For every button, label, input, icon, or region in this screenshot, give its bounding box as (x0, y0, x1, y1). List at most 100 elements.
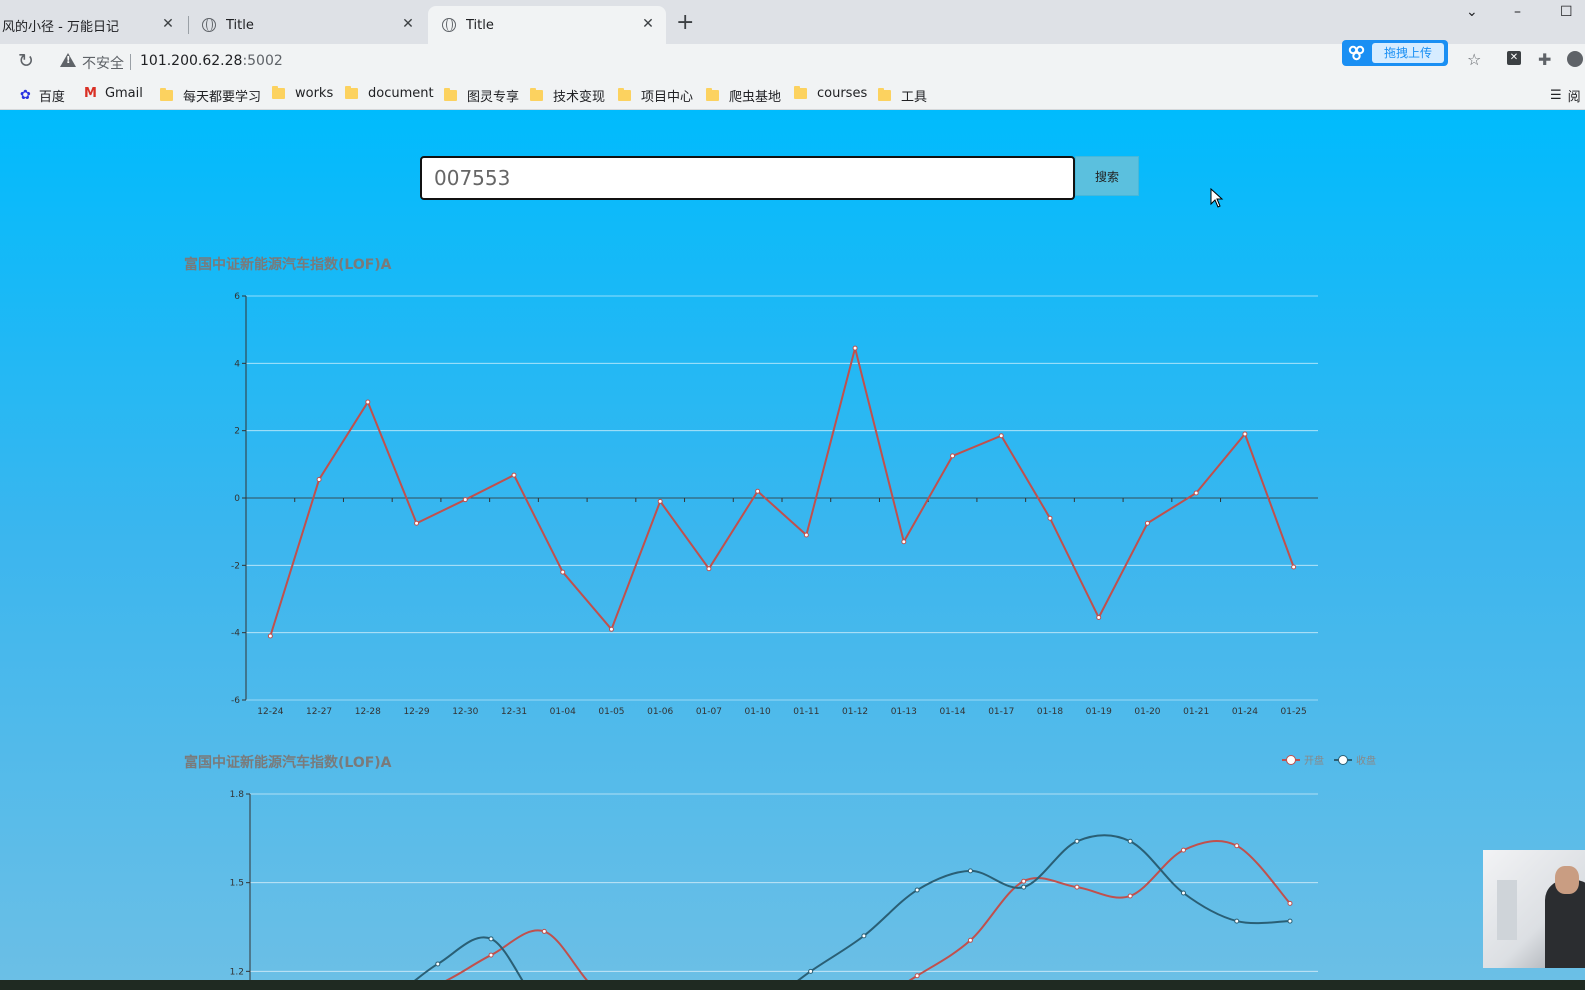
data-point (914, 887, 920, 893)
data-point (541, 928, 547, 934)
bookmark-folder[interactable]: courses (794, 86, 867, 101)
folder-icon (345, 86, 358, 99)
address-divider (130, 54, 131, 70)
data-point (1234, 918, 1240, 924)
reload-icon[interactable]: ↻ (18, 50, 34, 72)
bookmark-folder[interactable]: 每天都要学习 (160, 86, 261, 105)
data-point (1021, 878, 1027, 884)
folder-icon (794, 86, 807, 99)
data-point (967, 868, 973, 874)
y-tick-label: 1.8 (230, 790, 245, 800)
tab-close-icon[interactable]: ✕ (400, 16, 416, 32)
folder-icon (444, 88, 457, 101)
cloud-icon (1348, 45, 1365, 61)
bookmark-label: 百度 (38, 90, 65, 105)
series-line-close (414, 834, 1291, 980)
globe-icon (442, 18, 456, 32)
data-point (1287, 900, 1293, 906)
bookmark-folder[interactable]: 工具 (878, 86, 927, 105)
data-point (1127, 893, 1133, 899)
bookmark-label: 爬虫基地 (729, 90, 782, 105)
upload-extension-label: 拖拽上传 (1372, 43, 1444, 63)
y-tick-label: 1.5 (230, 879, 244, 889)
bookmark-label: document (368, 86, 434, 101)
bookmark-label: 技术变现 (553, 90, 606, 105)
folder-icon (878, 88, 891, 101)
tab-title-1[interactable]: Title ✕ (190, 6, 426, 44)
tab-search-chevron-icon[interactable]: ⌄ (1466, 4, 1478, 20)
y-tick-label: 1.2 (230, 967, 244, 977)
taskbar (0, 980, 1585, 990)
reading-list-icon: ☰ (1550, 88, 1562, 103)
monthly-open-close-chart: 1.8 1.5 1.2 (230, 790, 1318, 980)
page-content: 搜索 富国中证新能源汽车指数(LOF)A 6420-2-4-612-2412-2… (0, 110, 1585, 980)
address-bar[interactable]: 不安全 101.200.62.28:5002 (50, 48, 1495, 76)
tab-close-icon[interactable]: ✕ (160, 16, 176, 32)
folder-icon (272, 86, 285, 99)
globe-icon (202, 18, 216, 32)
tab-title: Title (226, 17, 254, 33)
new-tab-button[interactable]: + (676, 12, 694, 34)
bookmark-label: 工具 (901, 90, 928, 105)
webcam-overlay (1483, 850, 1585, 968)
data-point (914, 973, 920, 979)
data-point (861, 933, 867, 939)
webcam-background (1497, 880, 1517, 940)
folder-icon (618, 88, 631, 101)
data-point (1180, 847, 1186, 853)
data-point (435, 961, 441, 967)
profile-avatar-icon[interactable] (1567, 51, 1583, 67)
tab-separator (188, 16, 189, 34)
data-point (1234, 843, 1240, 849)
maximize-button[interactable]: ☐ (1560, 4, 1573, 20)
data-point (488, 936, 494, 942)
reading-list-label: 阅 (1567, 90, 1581, 105)
address-url[interactable]: 101.200.62.28:5002 (140, 53, 283, 69)
warning-icon[interactable] (60, 53, 76, 67)
bookmark-gmail[interactable]: M Gmail (84, 86, 143, 101)
star-icon[interactable]: ☆ (1467, 50, 1481, 69)
gmail-icon: M (84, 86, 97, 101)
data-point (488, 952, 494, 958)
minimize-button[interactable]: – (1514, 4, 1521, 20)
extension-x-icon[interactable]: ✕ (1507, 51, 1521, 65)
data-point (1074, 838, 1080, 844)
series-line-open (445, 840, 1291, 980)
url-host: 101.200.62.28 (140, 53, 243, 69)
webcam-face (1555, 866, 1579, 894)
bookmark-label: 项目中心 (641, 90, 694, 105)
bookmark-label: 图灵专享 (467, 90, 520, 105)
tab-strip: 风的小径 - 万能日记 ✕ Title ✕ Title ✕ + ⌄ – ☐ (0, 0, 1585, 44)
data-point (1287, 918, 1293, 924)
tab-title: 风的小径 - 万能日记 (2, 19, 119, 35)
bookmarks-bar: ✿ 百度 M Gmail 每天都要学习 works document 图灵专享 技术… (0, 80, 1585, 110)
data-point (1180, 890, 1186, 896)
extension-icon[interactable]: ✚ (1538, 50, 1551, 69)
bookmark-label: 每天都要学习 (183, 90, 262, 105)
bookmark-label: Gmail (104, 86, 143, 101)
bookmark-baidu[interactable]: ✿ 百度 (20, 86, 65, 105)
folder-icon (160, 88, 173, 101)
insecure-label[interactable]: 不安全 (82, 53, 124, 73)
bookmark-folder[interactable]: 图灵专享 (444, 86, 519, 105)
folder-icon (530, 88, 543, 101)
tab-diary[interactable]: 风的小径 - 万能日记 ✕ (0, 6, 186, 44)
upload-extension-button[interactable]: 拖拽上传 (1342, 40, 1448, 66)
tab-close-icon[interactable]: ✕ (640, 16, 656, 32)
data-point (967, 937, 973, 943)
bookmark-folder[interactable]: 技术变现 (530, 86, 605, 105)
url-port: :5002 (242, 53, 283, 69)
bookmark-label: works (295, 86, 334, 101)
data-point (1021, 884, 1027, 890)
baidu-paw-icon: ✿ (20, 88, 31, 103)
reading-list[interactable]: ☰ 阅 (1550, 86, 1581, 105)
bookmark-folder[interactable]: 项目中心 (618, 86, 693, 105)
tab-title-2-active[interactable]: Title ✕ (428, 6, 666, 44)
bookmark-folder[interactable]: document (345, 86, 434, 101)
bookmark-folder[interactable]: 爬虫基地 (706, 86, 781, 105)
bookmark-folder[interactable]: works (272, 86, 333, 101)
folder-icon (706, 88, 719, 101)
bookmark-label: courses (817, 86, 868, 101)
data-point (808, 968, 814, 974)
data-point (1074, 884, 1080, 890)
